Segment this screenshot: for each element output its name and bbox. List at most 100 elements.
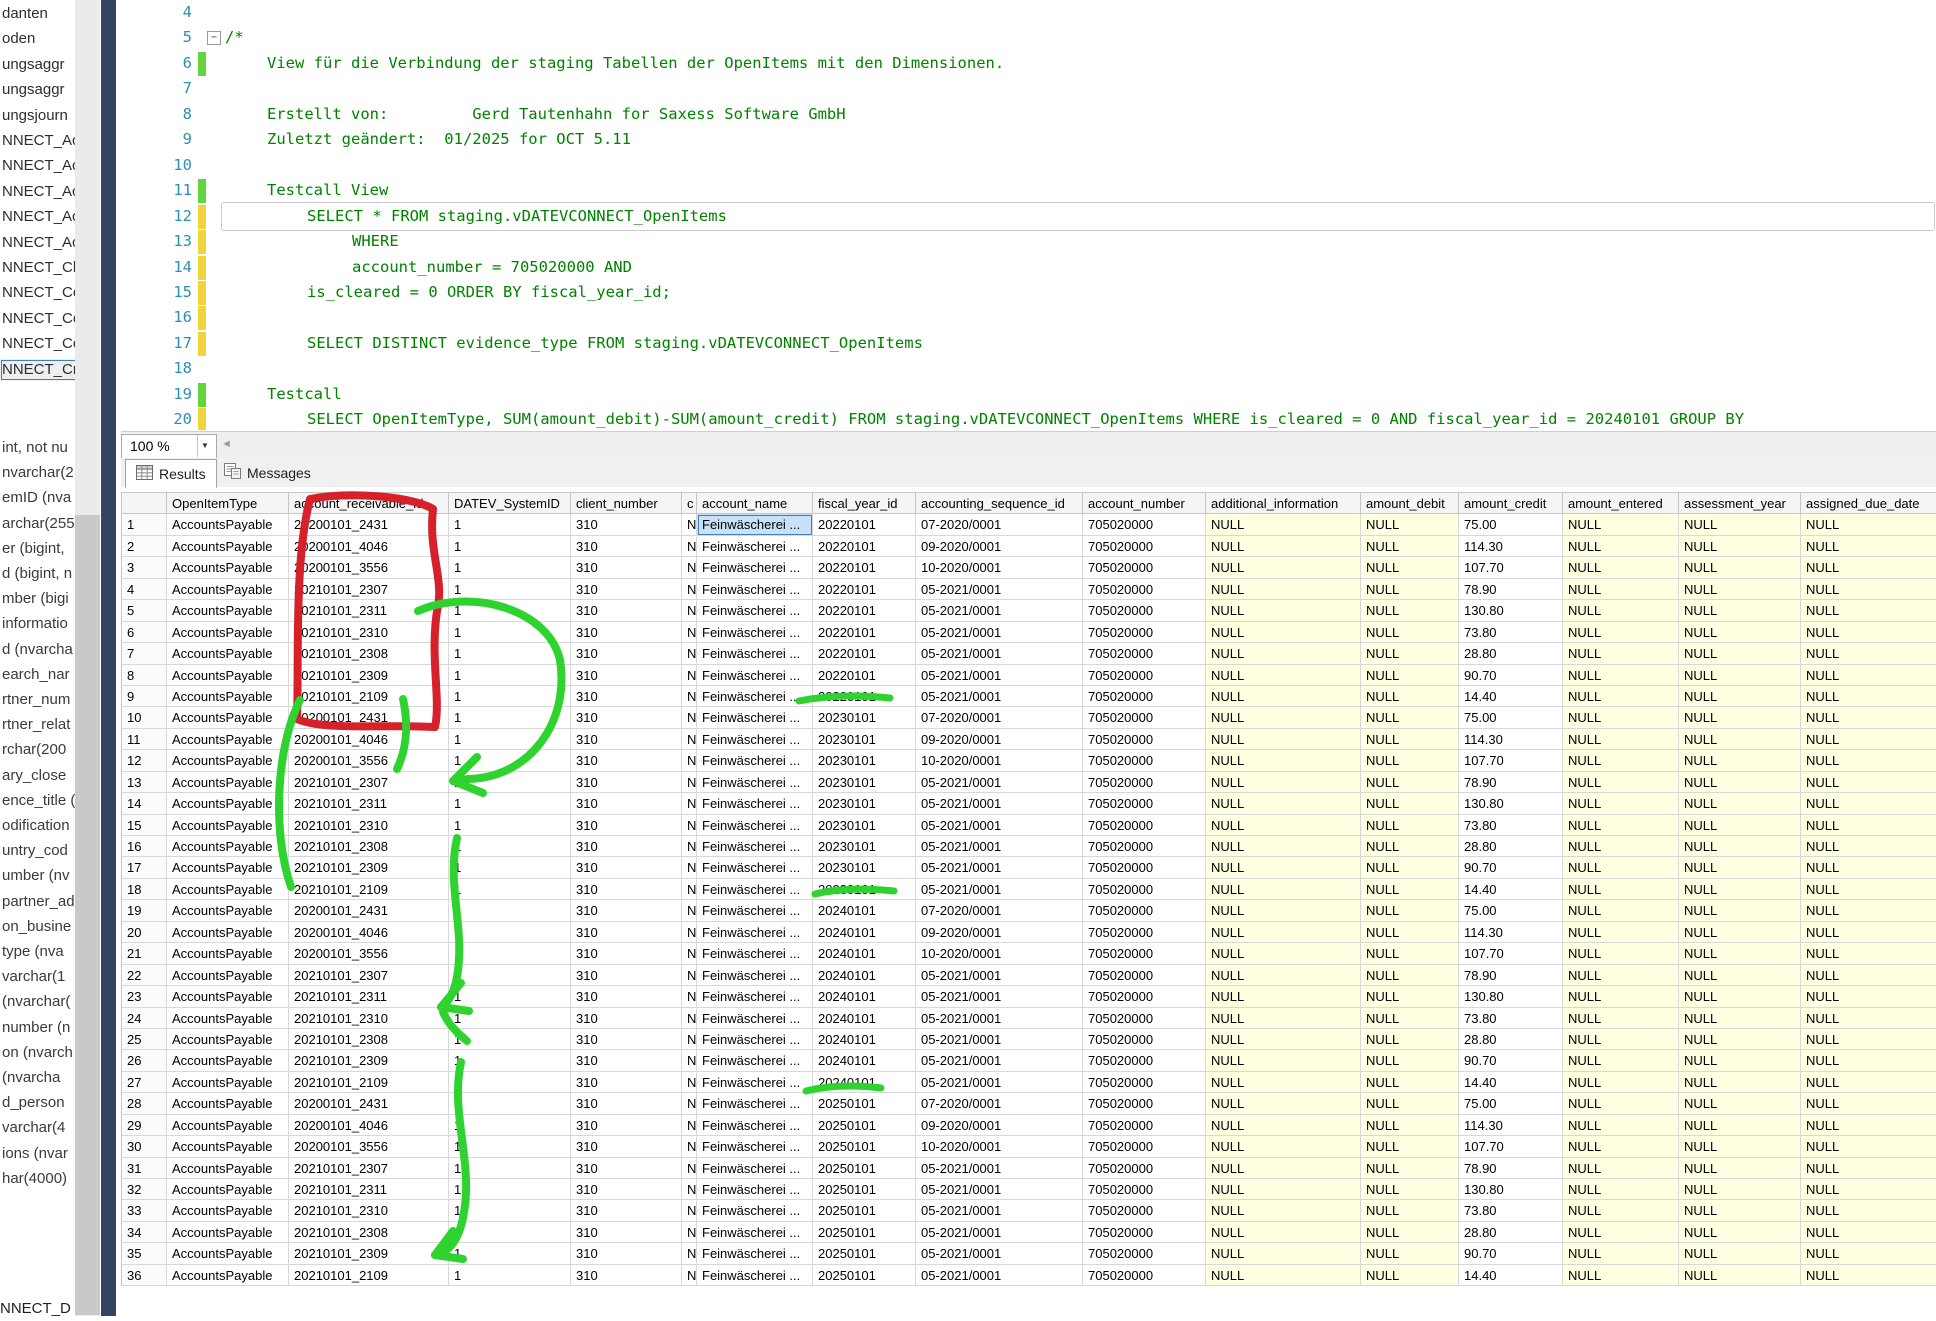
grid-cell[interactable]: 20210101_2310 — [289, 1008, 449, 1029]
grid-cell[interactable]: Feinwäscherei ... — [697, 1179, 813, 1200]
grid-cell[interactable]: NULL — [1361, 943, 1459, 964]
grid-row-number[interactable]: 2 — [122, 536, 167, 557]
grid-cell[interactable]: 07-2020/0001 — [916, 1093, 1083, 1114]
grid-cell[interactable]: 705020000 — [1083, 1200, 1206, 1221]
grid-cell[interactable]: AccountsPayable — [167, 857, 289, 878]
grid-cell[interactable]: 75.00 — [1459, 514, 1563, 535]
grid-cell[interactable]: 20220101 — [813, 557, 916, 578]
grid-cell[interactable]: AccountsPayable — [167, 1243, 289, 1264]
grid-cell[interactable]: 20240101 — [813, 965, 916, 986]
grid-cell[interactable]: Feinwäscherei ... — [697, 1008, 813, 1029]
grid-row-number[interactable]: 32 — [122, 1179, 167, 1200]
grid-cell[interactable]: AccountsPayable — [167, 922, 289, 943]
grid-cell[interactable]: 705020000 — [1083, 1179, 1206, 1200]
grid-cell[interactable]: NULL — [1679, 686, 1801, 707]
grid-cell[interactable]: 1 — [449, 943, 571, 964]
grid-cell[interactable]: 114.30 — [1459, 922, 1563, 943]
grid-row-number[interactable]: 13 — [122, 772, 167, 793]
grid-cell[interactable]: N — [682, 965, 697, 986]
grid-cell[interactable]: 05-2021/0001 — [916, 1200, 1083, 1221]
grid-cell[interactable]: NULL — [1206, 857, 1361, 878]
grid-cell[interactable]: N — [682, 879, 697, 900]
grid-cell[interactable]: 310 — [571, 1179, 682, 1200]
sidebar-item[interactable]: NNECT_Ac — [2, 232, 75, 254]
grid-cell[interactable]: 130.80 — [1459, 986, 1563, 1007]
grid-cell[interactable]: 05-2021/0001 — [916, 1222, 1083, 1243]
grid-cell[interactable]: 310 — [571, 686, 682, 707]
grid-row-number[interactable]: 15 — [122, 815, 167, 836]
grid-header-OpenItemType[interactable]: OpenItemType — [167, 493, 289, 514]
grid-cell[interactable]: 20200101_2431 — [289, 707, 449, 728]
grid-cell[interactable]: 114.30 — [1459, 536, 1563, 557]
grid-cell[interactable]: NULL — [1206, 557, 1361, 578]
grid-cell[interactable]: NULL — [1801, 986, 1936, 1007]
grid-cell[interactable]: 310 — [571, 943, 682, 964]
grid-cell[interactable]: 705020000 — [1083, 815, 1206, 836]
grid-cell[interactable]: N — [682, 1115, 697, 1136]
grid-cell[interactable]: 20230101 — [813, 729, 916, 750]
grid-cell[interactable]: Feinwäscherei ... — [697, 793, 813, 814]
grid-cell[interactable]: AccountsPayable — [167, 1179, 289, 1200]
grid-cell[interactable]: AccountsPayable — [167, 943, 289, 964]
grid-cell[interactable]: NULL — [1679, 1115, 1801, 1136]
grid-cell[interactable]: NULL — [1361, 1265, 1459, 1286]
grid-cell[interactable]: NULL — [1563, 1008, 1679, 1029]
grid-cell[interactable]: N — [682, 1050, 697, 1071]
chevron-down-icon[interactable]: ▼ — [197, 435, 212, 457]
grid-header-amount_entered[interactable]: amount_entered — [1563, 493, 1679, 514]
grid-row-number[interactable]: 17 — [122, 857, 167, 878]
grid-cell[interactable]: 20240101 — [813, 1029, 916, 1050]
grid-cell[interactable]: Feinwäscherei ... — [697, 1093, 813, 1114]
grid-cell[interactable]: NULL — [1801, 665, 1936, 686]
grid-cell[interactable]: Feinwäscherei ... — [697, 514, 813, 535]
grid-cell[interactable]: 20220101 — [813, 600, 916, 621]
grid-cell[interactable]: Feinwäscherei ... — [697, 579, 813, 600]
grid-cell[interactable]: 20240101 — [813, 1072, 916, 1093]
grid-cell[interactable]: 20200101_4046 — [289, 922, 449, 943]
grid-cell[interactable]: 310 — [571, 1008, 682, 1029]
grid-cell[interactable]: 107.70 — [1459, 557, 1563, 578]
grid-cell[interactable]: 310 — [571, 1050, 682, 1071]
grid-cell[interactable]: 1 — [449, 793, 571, 814]
grid-cell[interactable]: AccountsPayable — [167, 686, 289, 707]
grid-cell[interactable]: Feinwäscherei ... — [697, 1222, 813, 1243]
grid-cell[interactable]: NULL — [1679, 1265, 1801, 1286]
grid-cell[interactable]: 20230101 — [813, 879, 916, 900]
grid-cell[interactable]: 1 — [449, 557, 571, 578]
grid-header-DATEV_SystemID[interactable]: DATEV_SystemID — [449, 493, 571, 514]
sidebar-item[interactable]: NNECT_Ac — [2, 130, 75, 152]
grid-cell[interactable]: 20230101 — [813, 793, 916, 814]
grid-cell[interactable]: 705020000 — [1083, 707, 1206, 728]
grid-cell[interactable]: 20230101 — [813, 750, 916, 771]
grid-cell[interactable]: 20220101 — [813, 579, 916, 600]
grid-cell[interactable]: NULL — [1679, 1200, 1801, 1221]
grid-cell[interactable]: NULL — [1206, 729, 1361, 750]
grid-cell[interactable]: 78.90 — [1459, 965, 1563, 986]
grid-row-number[interactable]: 3 — [122, 557, 167, 578]
grid-cell[interactable]: 705020000 — [1083, 729, 1206, 750]
grid-cell[interactable]: NULL — [1801, 900, 1936, 921]
grid-cell[interactable]: NULL — [1679, 879, 1801, 900]
grid-cell[interactable]: 705020000 — [1083, 1115, 1206, 1136]
grid-cell[interactable]: NULL — [1361, 1136, 1459, 1157]
editor-line[interactable]: 17SELECT DISTINCT evidence_type FROM sta… — [121, 331, 1936, 356]
sidebar-item[interactable]: NNECT_Cr — [0, 359, 75, 381]
grid-cell[interactable]: NULL — [1361, 579, 1459, 600]
grid-cell[interactable]: NULL — [1801, 600, 1936, 621]
window-splitter[interactable] — [101, 0, 116, 1316]
grid-cell[interactable]: NULL — [1361, 1072, 1459, 1093]
grid-cell[interactable]: NULL — [1801, 772, 1936, 793]
grid-cell[interactable]: AccountsPayable — [167, 900, 289, 921]
grid-cell[interactable]: NULL — [1206, 1008, 1361, 1029]
grid-cell[interactable]: NULL — [1801, 943, 1936, 964]
grid-cell[interactable]: 705020000 — [1083, 536, 1206, 557]
sidebar-item-connect-d[interactable]: NNECT_D — [0, 1300, 71, 1317]
grid-cell[interactable]: NULL — [1679, 965, 1801, 986]
grid-cell[interactable]: N — [682, 1008, 697, 1029]
grid-cell[interactable]: 20230101 — [813, 707, 916, 728]
grid-cell[interactable]: 1 — [449, 686, 571, 707]
sidebar-item[interactable]: NNECT_Ac — [2, 181, 75, 203]
grid-cell[interactable]: NULL — [1801, 1200, 1936, 1221]
grid-cell[interactable]: N — [682, 857, 697, 878]
grid-cell[interactable]: AccountsPayable — [167, 1093, 289, 1114]
